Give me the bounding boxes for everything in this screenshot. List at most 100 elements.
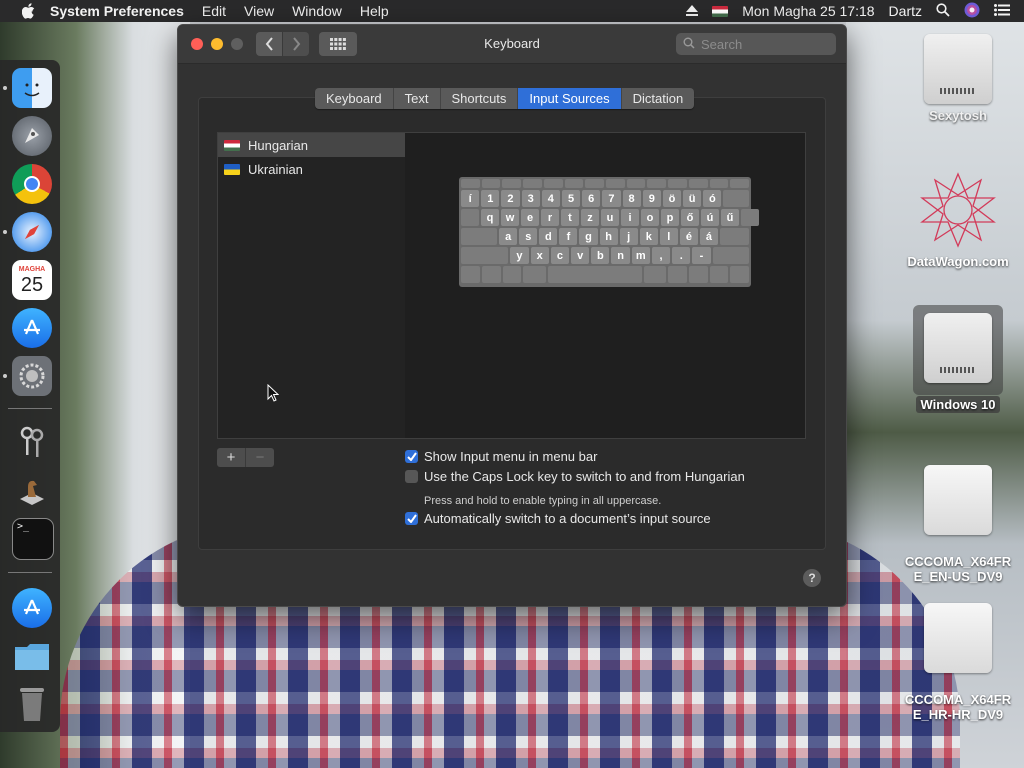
key: ő xyxy=(681,209,699,226)
notification-center-icon[interactable] xyxy=(994,3,1010,19)
show-input-menu-checkbox[interactable] xyxy=(405,450,418,463)
menu-app-name[interactable]: System Preferences xyxy=(50,3,184,19)
desktop-drive-windows10[interactable]: Windows 10 xyxy=(898,305,1018,413)
checkmark-icon xyxy=(406,514,417,523)
list-item-hungarian[interactable]: Hungarian xyxy=(218,133,406,157)
key: q xyxy=(481,209,499,226)
keyboard-row-bottom: yxcvbnm,.- xyxy=(461,247,749,264)
desktop-icon-label: Windows 10 xyxy=(916,396,1000,413)
key: 9 xyxy=(642,190,661,207)
keyboard-function-row xyxy=(461,179,750,188)
calendar-month: MAGHA xyxy=(18,265,46,273)
desktop-drive-sexytosh[interactable]: Sexytosh xyxy=(898,34,1018,123)
key: f xyxy=(559,228,578,245)
keyboard-preferences-window: Keyboard Search Keyboard Text Shortcuts … xyxy=(177,24,847,607)
tab-shortcuts[interactable]: Shortcuts xyxy=(441,88,519,109)
remove-input-source-button[interactable]: − xyxy=(245,448,274,467)
app-store-icon[interactable] xyxy=(12,308,52,348)
menu-edit[interactable]: Edit xyxy=(202,3,226,19)
key: 6 xyxy=(582,190,601,207)
key: k xyxy=(639,228,658,245)
apple-menu-icon[interactable] xyxy=(20,2,38,20)
dock-separator xyxy=(8,408,52,409)
running-indicator xyxy=(3,230,7,234)
input-source-name: Hungarian xyxy=(248,137,308,153)
launchpad-icon[interactable] xyxy=(12,116,52,156)
caps-lock-checkbox[interactable] xyxy=(405,470,418,483)
key: é xyxy=(679,228,698,245)
key: b xyxy=(591,247,610,264)
search-field[interactable]: Search xyxy=(676,33,836,55)
chrome-icon[interactable] xyxy=(12,164,52,204)
keyboard-row-space xyxy=(461,266,749,283)
menu-bar: System Preferences Edit View Window Help… xyxy=(0,0,1024,22)
key-blank xyxy=(461,247,509,264)
tab-text[interactable]: Text xyxy=(394,88,441,109)
window-titlebar: Keyboard Search xyxy=(178,25,846,64)
ukrainian-flag-icon xyxy=(224,163,240,175)
caps-lock-option[interactable]: Use the Caps Lock key to switch to and f… xyxy=(405,469,745,484)
hard-drive-icon xyxy=(924,313,992,383)
key-blank xyxy=(720,228,749,245)
keyboard-layout-preview: í123456789öüó qwertzuiopőúű asdfghjkléá … xyxy=(459,177,759,287)
app-store-downloads-icon[interactable] xyxy=(12,588,52,628)
hungarian-flag-icon xyxy=(224,139,240,151)
menu-window[interactable]: Window xyxy=(292,3,342,19)
folder-icon[interactable] xyxy=(12,636,52,676)
key: ú xyxy=(701,209,719,226)
tab-input-sources[interactable]: Input Sources xyxy=(518,88,622,109)
system-preferences-icon[interactable] xyxy=(12,356,52,396)
key: 8 xyxy=(622,190,641,207)
keyboard-row-home: asdfghjkléá xyxy=(461,228,749,245)
add-remove-control: + − xyxy=(217,448,274,467)
add-input-source-button[interactable]: + xyxy=(217,448,245,467)
desktop-drive-cccoma-hr[interactable]: CCCOMA_X64FR E_HR-HR_DV9 xyxy=(898,588,1018,722)
desktop-icon-label: Sexytosh xyxy=(929,108,987,123)
key-blank xyxy=(461,228,498,245)
chess-icon[interactable] xyxy=(12,470,52,510)
hard-drive-icon xyxy=(924,34,992,104)
auto-switch-label: Automatically switch to a document’s inp… xyxy=(424,511,711,526)
key: 1 xyxy=(481,190,500,207)
eject-icon[interactable] xyxy=(686,3,699,19)
calendar-icon[interactable]: MAGHA 25 xyxy=(12,260,52,300)
calendar-day: 25 xyxy=(20,273,44,296)
menubar-clock[interactable]: Mon Magha 25 17:18 xyxy=(742,3,874,19)
key: 4 xyxy=(541,190,560,207)
show-input-menu-option[interactable]: Show Input menu in menu bar xyxy=(405,449,597,464)
desktop-drive-cccoma-en[interactable]: CCCOMA_X64FR E_EN-US_DV9 xyxy=(898,450,1018,584)
safari-icon[interactable] xyxy=(12,212,52,252)
auto-switch-checkbox[interactable] xyxy=(405,512,418,525)
key: n xyxy=(611,247,630,264)
help-button[interactable]: ? xyxy=(803,569,821,587)
key: ö xyxy=(662,190,682,207)
menubar-user[interactable]: Dartz xyxy=(889,3,922,19)
menu-help[interactable]: Help xyxy=(360,3,389,19)
input-source-list: Hungarian Ukrainian xyxy=(217,132,407,439)
auto-switch-option[interactable]: Automatically switch to a document’s inp… xyxy=(405,511,711,526)
siri-icon[interactable] xyxy=(964,2,980,21)
tab-keyboard[interactable]: Keyboard xyxy=(315,88,394,109)
desktop-icon-datawagon[interactable]: DataWagon.com xyxy=(898,170,1018,269)
finder-icon[interactable] xyxy=(12,68,52,108)
input-source-flag-icon[interactable] xyxy=(712,5,729,17)
tab-dictation[interactable]: Dictation xyxy=(622,88,695,109)
terminal-icon[interactable]: >_ xyxy=(12,518,54,560)
list-item-ukrainian[interactable]: Ukrainian xyxy=(218,157,406,181)
keyboard-row-numbers: í123456789öüó xyxy=(461,190,749,207)
trash-icon[interactable] xyxy=(12,684,52,724)
key: ű xyxy=(721,209,739,226)
key: z xyxy=(581,209,599,226)
keychain-access-icon[interactable] xyxy=(12,422,52,462)
key: v xyxy=(571,247,590,264)
disk-image-icon xyxy=(924,603,992,673)
desktop-icon-label: DataWagon.com xyxy=(907,254,1009,269)
menu-view[interactable]: View xyxy=(244,3,274,19)
key: y xyxy=(510,247,529,264)
keyboard-preview-area: í123456789öüó qwertzuiopőúű asdfghjkléá … xyxy=(405,132,806,439)
desktop-icon-label: CCCOMA_X64FR E_EN-US_DV9 xyxy=(904,554,1012,584)
show-input-menu-label: Show Input menu in menu bar xyxy=(424,449,598,464)
tab-bar: Keyboard Text Shortcuts Input Sources Di… xyxy=(315,88,695,109)
input-source-name: Ukrainian xyxy=(248,161,303,177)
spotlight-search-icon[interactable] xyxy=(936,2,950,20)
